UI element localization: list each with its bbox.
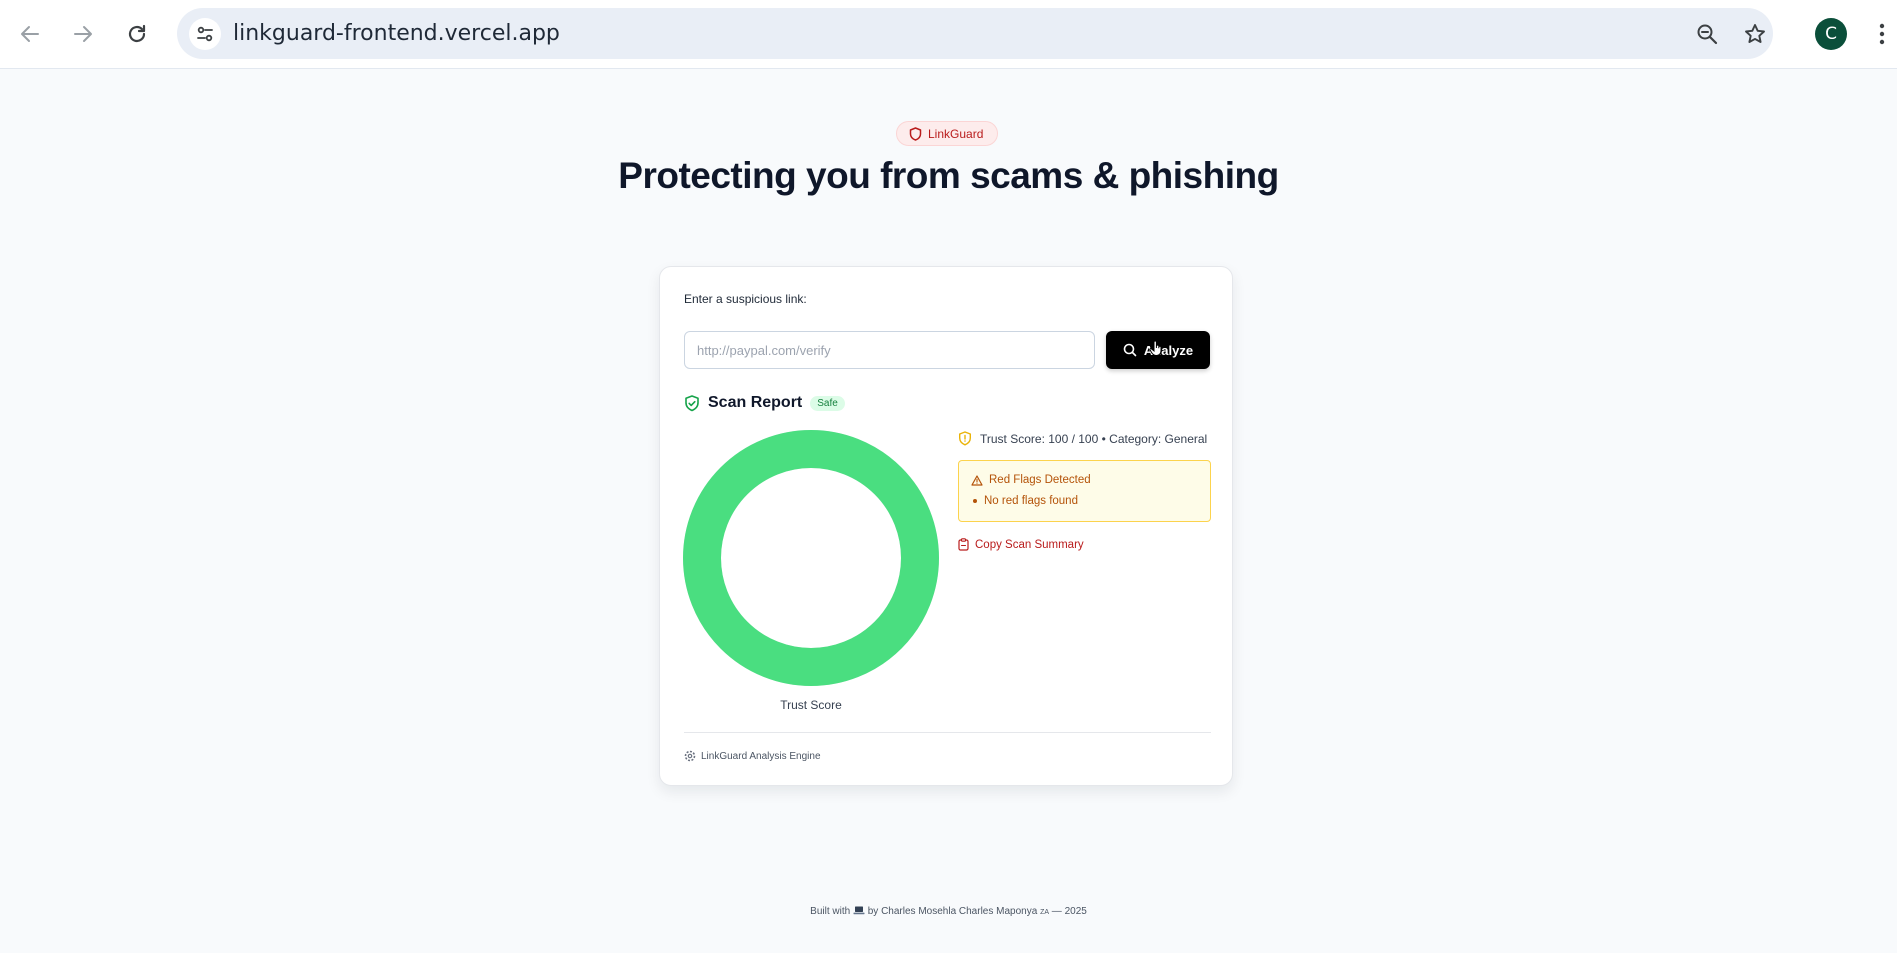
- browser-menu-button[interactable]: [1872, 16, 1892, 52]
- scan-report-title: Scan Report: [708, 394, 803, 411]
- trust-score-donut: [683, 430, 939, 686]
- back-arrow-icon: [21, 26, 39, 42]
- red-flags-panel: Red Flags Detected No red flags found: [958, 460, 1211, 522]
- donut-score-arc: [683, 430, 939, 686]
- clipboard-icon: [958, 538, 969, 551]
- brand-name: LinkGuard: [928, 126, 984, 141]
- scan-report-header: Scan Report Safe: [684, 394, 845, 412]
- analyze-button-label: Analyze: [1143, 342, 1194, 358]
- reload-button[interactable]: [117, 14, 157, 54]
- address-bar[interactable]: linkguard-frontend.vercel.app: [177, 8, 1773, 59]
- red-flags-heading: Red Flags Detected: [971, 474, 1091, 486]
- gear-icon: [684, 750, 696, 762]
- page-footer: Built with by Charles Mosehla Charles Ma…: [0, 906, 1897, 917]
- zoom-out-icon: [1697, 24, 1718, 45]
- site-settings-icon: [197, 26, 213, 42]
- search-icon: [1123, 343, 1137, 357]
- engine-credit-text: LinkGuard Analysis Engine: [701, 750, 821, 762]
- red-flag-text: No red flags found: [984, 495, 1078, 507]
- trust-score-line: Trust Score: 100 / 100 • Category: Gener…: [958, 431, 1207, 446]
- analyze-button[interactable]: Analyze: [1106, 331, 1210, 369]
- donut-caption: Trust Score: [780, 698, 842, 712]
- footer-prefix: Built with: [810, 906, 851, 917]
- status-badge: Safe: [810, 395, 845, 411]
- bullet: [973, 499, 977, 503]
- zoom-button[interactable]: [1691, 18, 1723, 50]
- scan-card: Enter a suspicious link: Analyze Scan Re…: [659, 266, 1233, 786]
- forward-arrow-icon: [74, 26, 92, 42]
- browser-toolbar: linkguard-frontend.vercel.app C: [0, 0, 1897, 69]
- back-button[interactable]: [10, 14, 50, 54]
- laptop-icon: [853, 906, 865, 915]
- link-input[interactable]: [684, 331, 1095, 369]
- footer-year: — 2025: [1051, 906, 1087, 917]
- warning-triangle-icon: [971, 474, 983, 486]
- brand-badge: LinkGuard: [896, 121, 999, 146]
- engine-credit: LinkGuard Analysis Engine: [684, 750, 821, 762]
- page-title: Protecting you from scams & phishing: [618, 155, 1279, 196]
- red-flags-title: Red Flags Detected: [989, 474, 1091, 486]
- copy-scan-summary-label: Copy Scan Summary: [975, 538, 1084, 551]
- url-text[interactable]: linkguard-frontend.vercel.app: [233, 21, 560, 46]
- trust-score-text: Trust Score: 100 / 100 • Category: Gener…: [980, 431, 1208, 446]
- shield-icon: [909, 126, 922, 141]
- list-item: No red flags found: [971, 495, 1078, 507]
- footer-country-code: ZA: [1040, 909, 1050, 916]
- copy-scan-summary-button[interactable]: Copy Scan Summary: [958, 538, 1084, 551]
- site-settings-button[interactable]: [189, 18, 221, 50]
- shield-alert-icon: [959, 431, 971, 446]
- bookmark-star-icon: [1745, 24, 1765, 43]
- forward-button[interactable]: [63, 14, 103, 54]
- bookmark-button[interactable]: [1739, 18, 1771, 50]
- shield-check-icon: [685, 394, 699, 411]
- profile-avatar[interactable]: C: [1815, 18, 1847, 50]
- divider: [684, 732, 1211, 733]
- footer-author: by Charles Mosehla Charles Maponya: [867, 906, 1038, 917]
- reload-icon: [128, 24, 146, 43]
- link-input-label: Enter a suspicious link:: [684, 292, 807, 306]
- more-vert-icon: [1879, 23, 1885, 45]
